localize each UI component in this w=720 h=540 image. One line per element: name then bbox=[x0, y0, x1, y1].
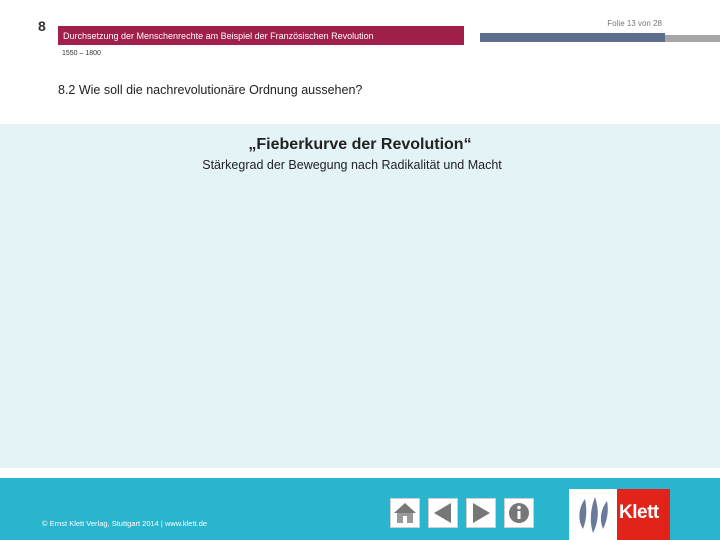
chapter-title-bar: Durchsetzung der Menschenrechte am Beisp… bbox=[58, 26, 464, 45]
copyright-text: © Ernst Klett Verlag, Stuttgart 2014 | w… bbox=[42, 519, 208, 528]
klett-logo-icon bbox=[579, 497, 608, 533]
section-title: 8.2 Wie soll die nachrevolutionäre Ordnu… bbox=[58, 83, 363, 97]
info-button[interactable] bbox=[504, 498, 534, 528]
info-icon bbox=[509, 503, 529, 523]
previous-slide-button[interactable] bbox=[428, 498, 458, 528]
header-accent-bar bbox=[480, 33, 665, 42]
chapter-title: Durchsetzung der Menschenrechte am Beisp… bbox=[63, 31, 374, 41]
home-icon bbox=[394, 503, 416, 523]
slide-page: 8 Folie 13 von 28 Durchsetzung der Mensc… bbox=[0, 0, 720, 540]
home-button[interactable] bbox=[390, 498, 420, 528]
klett-logo[interactable]: Klett bbox=[569, 489, 670, 540]
chapter-number: 8 bbox=[38, 18, 46, 34]
period-label: 1550 – 1800 bbox=[62, 50, 101, 57]
arrow-right-icon bbox=[473, 503, 490, 523]
next-slide-button[interactable] bbox=[466, 498, 496, 528]
slide-subheading: Stärkegrad der Bewegung nach Radikalität… bbox=[202, 158, 502, 172]
slide-heading: „Fieberkurve der Revolution“ bbox=[248, 136, 472, 153]
klett-logo-text: Klett bbox=[619, 502, 659, 523]
slide-counter: Folie 13 von 28 bbox=[607, 19, 662, 28]
arrow-left-icon bbox=[434, 503, 451, 523]
content-area: „Fieberkurve der Revolution“ Stärkegrad … bbox=[0, 124, 720, 468]
klett-logo-wordmark-box: Klett bbox=[617, 489, 670, 540]
footer: © Ernst Klett Verlag, Stuttgart 2014 | w… bbox=[0, 478, 720, 540]
header-accent-bar-end bbox=[665, 35, 720, 42]
